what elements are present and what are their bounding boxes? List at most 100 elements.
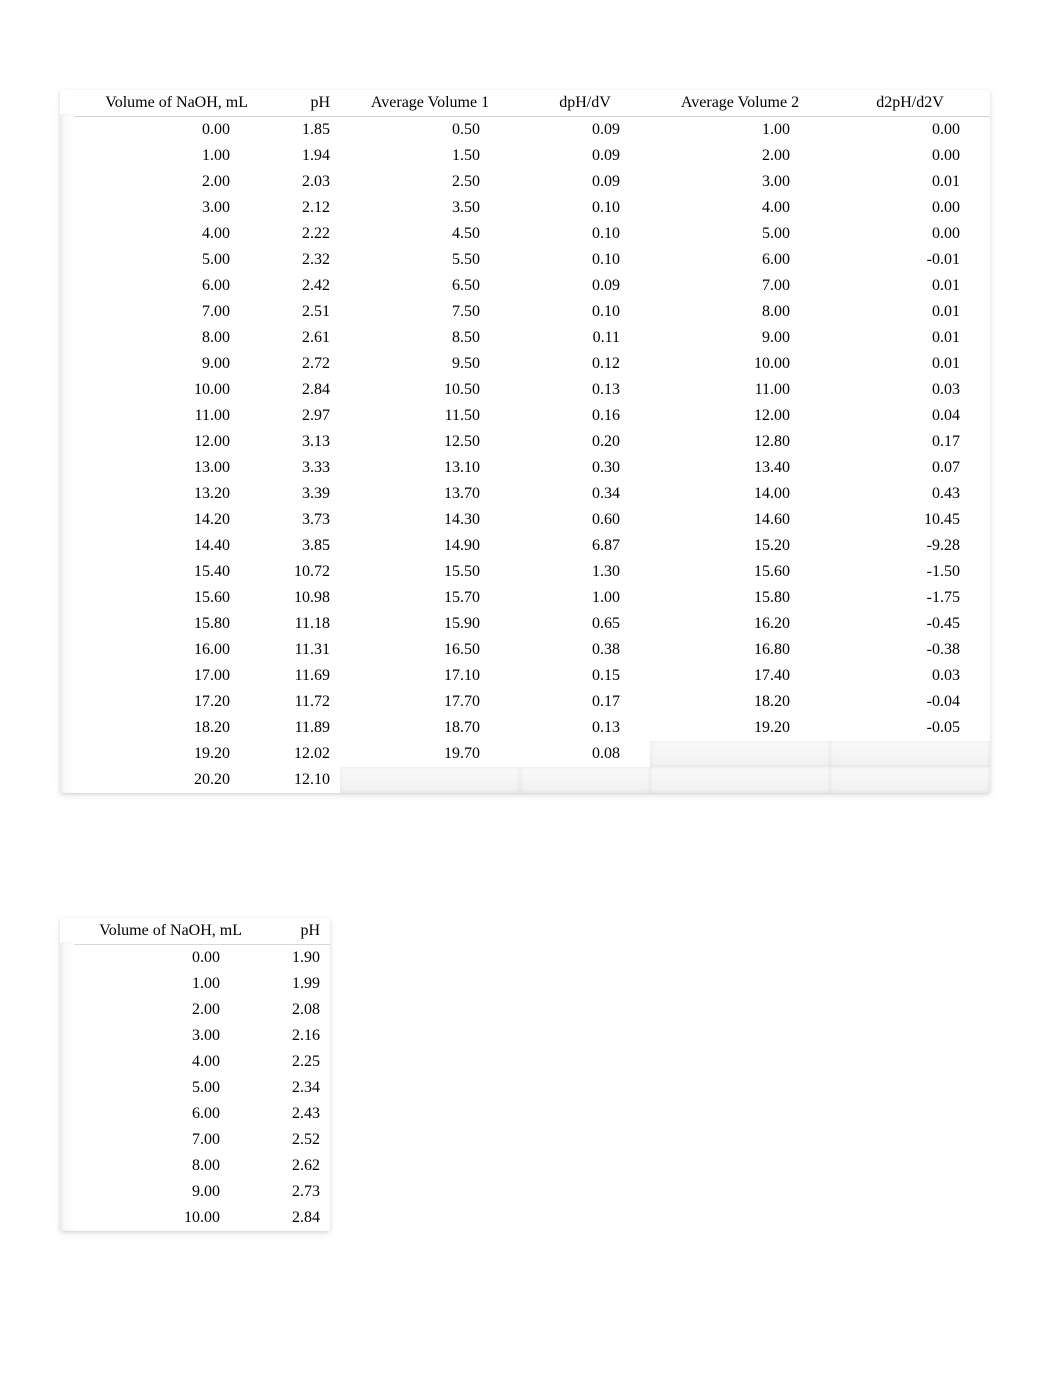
- cell: 1.99: [260, 971, 330, 997]
- cell: 0.00: [830, 117, 990, 144]
- spacer: [60, 798, 1012, 918]
- cell: 15.80: [60, 611, 260, 637]
- table-row: 1.001.99: [60, 971, 330, 997]
- table-row: 0.001.90: [60, 945, 330, 972]
- cell: 1.30: [520, 559, 650, 585]
- ph-table: Volume of NaOH, mL pH 0.001.901.001.992.…: [60, 918, 330, 1231]
- cell: 2.32: [260, 247, 340, 273]
- table-row: 10.002.8410.500.1311.000.03: [60, 377, 990, 403]
- cell: 10.45: [830, 507, 990, 533]
- cell: 15.90: [340, 611, 520, 637]
- cell: 2.84: [260, 1205, 330, 1231]
- table-row: 10.002.84: [60, 1205, 330, 1231]
- cell: 2.16: [260, 1023, 330, 1049]
- cell: -0.04: [830, 689, 990, 715]
- cell: 17.10: [340, 663, 520, 689]
- cell: 0.17: [830, 429, 990, 455]
- cell: 14.40: [60, 533, 260, 559]
- table-row: 6.002.43: [60, 1101, 330, 1127]
- cell: 0.12: [520, 351, 650, 377]
- cell: 2.00: [60, 169, 260, 195]
- cell: 5.00: [60, 247, 260, 273]
- cell: 9.00: [60, 1179, 260, 1205]
- cell: 4.00: [60, 1049, 260, 1075]
- cell: 9.00: [650, 325, 830, 351]
- cell: 14.20: [60, 507, 260, 533]
- cell: 0.09: [520, 117, 650, 144]
- cell: 0.00: [60, 117, 260, 144]
- cell: 6.00: [60, 273, 260, 299]
- table-row: 15.6010.9815.701.0015.80-1.75: [60, 585, 990, 611]
- cell: 16.80: [650, 637, 830, 663]
- cell: 0.10: [520, 221, 650, 247]
- cell: 0.17: [520, 689, 650, 715]
- cell: 3.39: [260, 481, 340, 507]
- cell: 0.15: [520, 663, 650, 689]
- cell: 0.04: [830, 403, 990, 429]
- col-header-ph: pH: [260, 90, 340, 117]
- table-row: 15.4010.7215.501.3015.60-1.50: [60, 559, 990, 585]
- cell: 2.84: [260, 377, 340, 403]
- table-row: 8.002.618.500.119.000.01: [60, 325, 990, 351]
- cell: 0.09: [520, 273, 650, 299]
- cell: 7.50: [340, 299, 520, 325]
- cell: 0.11: [520, 325, 650, 351]
- col-header-d2phd2v: d2pH/d2V: [830, 90, 990, 117]
- table-row: 2.002.032.500.093.000.01: [60, 169, 990, 195]
- table-row: 18.2011.8918.700.1319.20-0.05: [60, 715, 990, 741]
- cell: 15.60: [60, 585, 260, 611]
- table-row: 14.203.7314.300.6014.6010.45: [60, 507, 990, 533]
- cell: [520, 767, 650, 793]
- cell: 13.00: [60, 455, 260, 481]
- cell: 15.40: [60, 559, 260, 585]
- table-row: 3.002.123.500.104.000.00: [60, 195, 990, 221]
- cell: 0.13: [520, 715, 650, 741]
- cell: 11.31: [260, 637, 340, 663]
- cell: 17.70: [340, 689, 520, 715]
- table-row: 0.001.850.500.091.000.00: [60, 117, 990, 144]
- cell: 3.00: [60, 195, 260, 221]
- cell: 0.65: [520, 611, 650, 637]
- table-row: 4.002.25: [60, 1049, 330, 1075]
- cell: 16.20: [650, 611, 830, 637]
- cell: 11.00: [60, 403, 260, 429]
- cell: 14.90: [340, 533, 520, 559]
- cell: 12.10: [260, 767, 340, 793]
- cell: [830, 767, 990, 793]
- table-row: 14.403.8514.906.8715.20-9.28: [60, 533, 990, 559]
- table-row: 11.002.9711.500.1612.000.04: [60, 403, 990, 429]
- cell: 14.00: [650, 481, 830, 507]
- col-header-dphdv: dpH/dV: [520, 90, 650, 117]
- cell: 12.02: [260, 741, 340, 767]
- cell: 13.10: [340, 455, 520, 481]
- table-row: 15.8011.1815.900.6516.20-0.45: [60, 611, 990, 637]
- cell: 2.50: [340, 169, 520, 195]
- cell: 12.00: [60, 429, 260, 455]
- cell: -9.28: [830, 533, 990, 559]
- cell: 0.00: [830, 195, 990, 221]
- cell: 0.01: [830, 351, 990, 377]
- cell: 3.33: [260, 455, 340, 481]
- cell: 0.30: [520, 455, 650, 481]
- cell: 5.00: [650, 221, 830, 247]
- table-row: 5.002.34: [60, 1075, 330, 1101]
- table-row: 12.003.1312.500.2012.800.17: [60, 429, 990, 455]
- cell: 12.50: [340, 429, 520, 455]
- cell: 3.00: [60, 1023, 260, 1049]
- cell: 9.00: [60, 351, 260, 377]
- table-row: 7.002.52: [60, 1127, 330, 1153]
- cell: 0.38: [520, 637, 650, 663]
- cell: 3.50: [340, 195, 520, 221]
- cell: 0.10: [520, 247, 650, 273]
- cell: 16.00: [60, 637, 260, 663]
- cell: 8.50: [340, 325, 520, 351]
- table-row: 1.001.941.500.092.000.00: [60, 143, 990, 169]
- cell: 7.00: [650, 273, 830, 299]
- cell: 2.97: [260, 403, 340, 429]
- cell: 0.43: [830, 481, 990, 507]
- cell: 7.00: [60, 1127, 260, 1153]
- table-row: 4.002.224.500.105.000.00: [60, 221, 990, 247]
- cell: 1.85: [260, 117, 340, 144]
- cell: 15.20: [650, 533, 830, 559]
- cell: 1.90: [260, 945, 330, 972]
